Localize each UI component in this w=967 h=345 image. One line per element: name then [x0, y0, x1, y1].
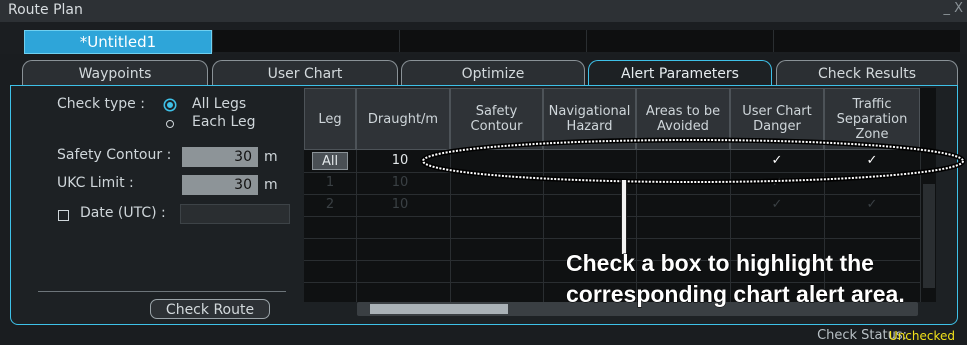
route-bar-cell [212, 30, 399, 52]
date-utc-label: Date (UTC) : [80, 205, 166, 221]
ukc-limit-unit: m [264, 177, 278, 193]
route-bar-cell [773, 30, 960, 52]
tab-alert-parameters[interactable]: Alert Parameters [588, 60, 772, 86]
window-controls[interactable]: _ X [943, 1, 963, 16]
draught-cell[interactable]: 10 [380, 150, 420, 172]
callout-text-line2: corresponding chart alert area. [566, 281, 906, 308]
route-name-field[interactable]: *Untitled1 [24, 30, 212, 54]
grid-line [304, 238, 920, 239]
all-legs-label: All Legs [192, 96, 247, 112]
leg-cell[interactable]: All [312, 152, 348, 170]
radio-all-legs[interactable] [167, 102, 173, 108]
grid-line [304, 216, 920, 217]
table-row[interactable]: 2 10 ✓ ✓ [304, 194, 920, 216]
user-chart-danger-check[interactable]: ✓ [730, 194, 824, 216]
check-route-button[interactable]: Check Route [150, 299, 270, 319]
date-utc-input[interactable] [180, 204, 290, 224]
callout-text-line1: Check a box to highlight the [566, 250, 875, 277]
ukc-limit-input[interactable]: 30 [182, 175, 258, 195]
ukc-limit-label: UKC Limit : [57, 175, 134, 191]
tab-optimize[interactable]: Optimize [401, 60, 585, 86]
tab-check-results[interactable]: Check Results [776, 60, 958, 86]
col-header-leg: Leg [304, 88, 356, 150]
callout-ellipse [420, 137, 966, 185]
leg-cell[interactable]: 2 [312, 194, 348, 216]
leg-cell[interactable]: 1 [312, 172, 348, 194]
safety-contour-unit: m [264, 149, 278, 165]
divider [38, 291, 286, 292]
callout-leader-line [621, 180, 627, 254]
safety-contour-label: Safety Contour : [57, 147, 172, 163]
check-status-value: Unchecked [888, 329, 955, 343]
draught-cell[interactable]: 10 [380, 194, 420, 216]
tab-user-chart[interactable]: User Chart [212, 60, 398, 86]
title-bar [0, 0, 967, 22]
check-type-label: Check type : [57, 96, 145, 112]
horizontal-scroll-thumb[interactable] [370, 304, 508, 314]
route-bar-cell [586, 30, 773, 52]
tab-waypoints[interactable]: Waypoints [22, 60, 208, 86]
window-title: Route Plan [8, 2, 83, 18]
draught-cell[interactable]: 10 [380, 172, 420, 194]
route-bar-cell [399, 30, 586, 52]
radio-each-leg[interactable] [166, 120, 174, 128]
safety-contour-input[interactable]: 30 [182, 147, 258, 167]
date-utc-checkbox[interactable] [58, 210, 69, 221]
traffic-separation-check[interactable]: ✓ [824, 194, 920, 216]
vertical-scrollbar[interactable] [923, 184, 935, 288]
each-leg-label: Each Leg [192, 114, 256, 130]
